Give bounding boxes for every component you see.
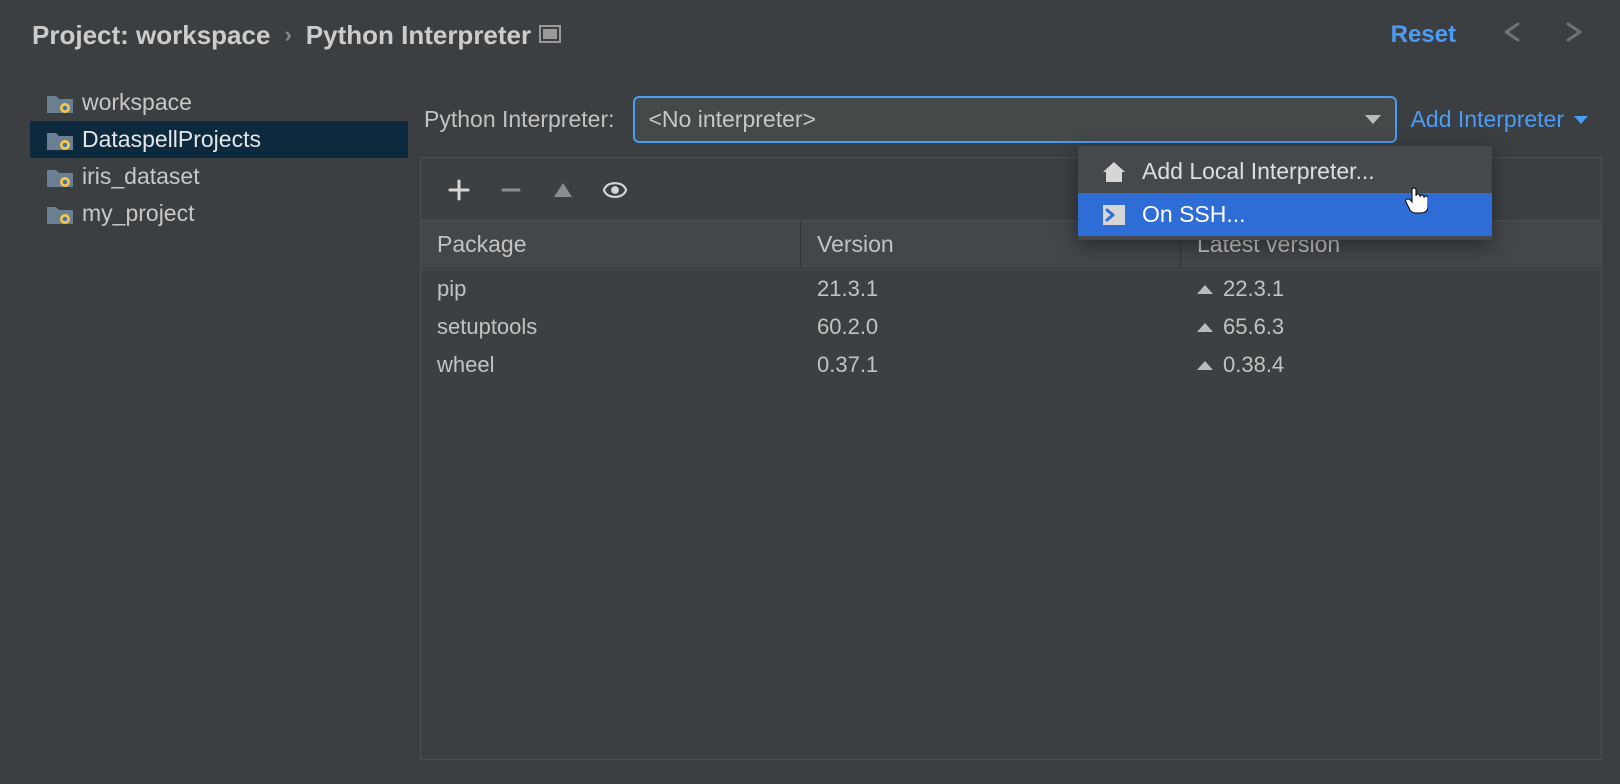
show-early-releases-button[interactable] xyxy=(603,178,627,202)
project-tree: workspace DataspellProjects iris_dataset… xyxy=(30,84,408,760)
breadcrumb-project[interactable]: Project: workspace xyxy=(32,20,270,51)
python-folder-icon xyxy=(46,128,74,152)
interpreter-dropdown[interactable]: <No interpreter> xyxy=(633,96,1397,143)
latest-version-value: 0.38.4 xyxy=(1223,352,1284,378)
separate-window-icon[interactable] xyxy=(539,22,561,49)
popup-item-label: Add Local Interpreter... xyxy=(1142,158,1375,185)
chevron-down-icon xyxy=(1574,116,1588,124)
nav-forward-icon xyxy=(1552,18,1594,52)
table-row[interactable]: wheel 0.37.1 0.38.4 xyxy=(421,346,1601,384)
tree-item-workspace[interactable]: workspace xyxy=(30,84,408,121)
add-interpreter-popup: Add Local Interpreter... On SSH... xyxy=(1078,146,1492,240)
breadcrumb-separator-icon: › xyxy=(284,22,291,48)
interpreter-panel: Python Interpreter: <No interpreter> Add… xyxy=(420,84,1602,760)
cell-package: setuptools xyxy=(421,308,801,346)
add-interpreter-button[interactable]: Add Interpreter xyxy=(1411,106,1588,133)
popup-add-local[interactable]: Add Local Interpreter... xyxy=(1078,150,1492,193)
upgrade-available-icon xyxy=(1197,361,1213,370)
add-package-button[interactable] xyxy=(447,178,471,202)
add-interpreter-label: Add Interpreter xyxy=(1411,106,1564,133)
cell-package: wheel xyxy=(421,346,801,384)
upgrade-available-icon xyxy=(1197,285,1213,294)
breadcrumb: Project: workspace › Python Interpreter xyxy=(32,20,561,51)
cell-latest: 65.6.3 xyxy=(1181,308,1601,346)
tree-item-dataspellprojects[interactable]: DataspellProjects xyxy=(30,121,408,158)
cell-version: 0.37.1 xyxy=(801,346,1181,384)
upgrade-package-button xyxy=(551,178,575,202)
python-folder-icon xyxy=(46,202,74,226)
latest-version-value: 22.3.1 xyxy=(1223,276,1284,302)
tree-item-my-project[interactable]: my_project xyxy=(30,195,408,232)
cursor-icon xyxy=(1404,186,1428,220)
tree-item-iris-dataset[interactable]: iris_dataset xyxy=(30,158,408,195)
tree-item-label: my_project xyxy=(82,200,194,227)
terminal-icon xyxy=(1102,204,1126,226)
column-header-package[interactable]: Package xyxy=(421,221,801,268)
tree-item-label: DataspellProjects xyxy=(82,126,261,153)
python-folder-icon xyxy=(46,165,74,189)
cell-package: pip xyxy=(421,270,801,308)
cell-latest: 0.38.4 xyxy=(1181,346,1601,384)
tree-item-label: iris_dataset xyxy=(82,163,200,190)
popup-item-label: On SSH... xyxy=(1142,201,1246,228)
interpreter-dropdown-value: <No interpreter> xyxy=(649,106,816,133)
interpreter-label: Python Interpreter: xyxy=(424,106,615,133)
remove-package-button xyxy=(499,178,523,202)
nav-back-icon xyxy=(1492,18,1534,52)
upgrade-available-icon xyxy=(1197,323,1213,332)
settings-header: Project: workspace › Python Interpreter … xyxy=(0,0,1620,70)
tree-item-label: workspace xyxy=(82,89,192,116)
cell-version: 60.2.0 xyxy=(801,308,1181,346)
cell-latest: 22.3.1 xyxy=(1181,270,1601,308)
popup-on-ssh[interactable]: On SSH... xyxy=(1078,193,1492,236)
table-row[interactable]: setuptools 60.2.0 65.6.3 xyxy=(421,308,1601,346)
packages-table-body: pip 21.3.1 22.3.1 setuptools 60.2.0 65.6… xyxy=(420,270,1602,760)
cell-version: 21.3.1 xyxy=(801,270,1181,308)
home-icon xyxy=(1102,161,1126,183)
python-folder-icon xyxy=(46,91,74,115)
table-row[interactable]: pip 21.3.1 22.3.1 xyxy=(421,270,1601,308)
breadcrumb-current: Python Interpreter xyxy=(306,20,531,51)
latest-version-value: 65.6.3 xyxy=(1223,314,1284,340)
reset-button[interactable]: Reset xyxy=(1391,21,1456,49)
chevron-down-icon xyxy=(1365,115,1381,124)
